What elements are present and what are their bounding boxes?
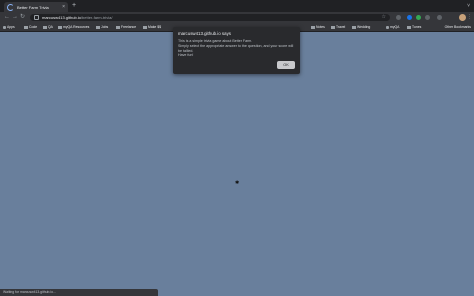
extension-icon[interactable] [437, 15, 442, 20]
bookmark-folder[interactable]: Notes [311, 24, 325, 30]
bookmark-folder[interactable]: myQA Resources [58, 24, 89, 30]
folder-icon [143, 25, 147, 29]
tab-search-icon[interactable]: ˅ [467, 3, 470, 9]
other-bookmarks[interactable]: Other Bookmarks [445, 24, 471, 30]
tab-strip: Better Farm Trivia × + ˅ [0, 0, 474, 12]
extension-icon[interactable] [407, 15, 412, 20]
bookmark-folder[interactable]: Make $$ [143, 24, 161, 30]
lock-icon[interactable] [34, 15, 39, 20]
loading-spinner-icon [7, 3, 14, 11]
bookmark-folder[interactable]: Code [24, 24, 37, 30]
address-bar[interactable]: marcusw413.github.io/better-farm-trivia/… [30, 14, 390, 21]
new-tab-button[interactable]: + [72, 2, 76, 10]
folder-icon [407, 25, 411, 29]
bookmark-link[interactable]: myQA [386, 24, 399, 30]
folder-icon [96, 25, 100, 29]
dialog-message: This is a simple trivia game about Bette… [178, 39, 294, 58]
extension-icon[interactable] [396, 15, 401, 20]
tab-active[interactable]: Better Farm Trivia × [4, 2, 68, 12]
bookmark-folder[interactable]: Wedding [352, 24, 370, 30]
reload-button[interactable]: ↻ [20, 14, 25, 21]
bookmark-folder[interactable]: Jobs [96, 24, 108, 30]
browser-toolbar: ← → ↻ marcusw413.github.io/better-farm-t… [0, 12, 474, 23]
folder-icon [331, 25, 335, 29]
dialog-title: marcusw413.github.io says [178, 31, 231, 36]
url-text[interactable]: marcusw413.github.io/better-farm-trivia/ [42, 15, 112, 20]
folder-icon [352, 25, 356, 29]
bookmark-folder[interactable]: Tunes [407, 24, 421, 30]
url-path: /better-farm-trivia/ [80, 15, 113, 20]
folder-icon [58, 25, 62, 29]
kebab-menu-icon[interactable]: ⋮ [467, 14, 472, 20]
star-icon[interactable]: ☆ [382, 14, 386, 20]
bookmark-folder[interactable]: Travel [331, 24, 345, 30]
extension-icon[interactable] [416, 15, 421, 20]
url-host: marcusw413.github.io [42, 15, 81, 20]
back-button[interactable]: ← [4, 14, 10, 21]
folder-icon [116, 25, 120, 29]
tab-close-icon[interactable]: × [62, 4, 65, 10]
status-bar: Waiting for marcusw413.github.io... [0, 289, 158, 296]
bookmark-folder[interactable]: Freelance [116, 24, 136, 30]
apps-icon [3, 25, 6, 29]
bookmark-favicon [386, 25, 389, 29]
tab-title: Better Farm Trivia [17, 4, 49, 10]
bookmark-apps[interactable]: Apps [3, 24, 15, 30]
profile-avatar[interactable] [459, 14, 466, 21]
forward-button[interactable]: → [12, 14, 18, 21]
folder-icon [43, 25, 47, 29]
bookmark-folder[interactable]: QA [43, 24, 53, 30]
ok-button[interactable]: OK [277, 61, 295, 69]
mouse-pointer-icon: ✱ [235, 180, 240, 186]
folder-icon [311, 25, 315, 29]
folder-icon [24, 25, 28, 29]
extension-icon[interactable] [425, 15, 430, 20]
